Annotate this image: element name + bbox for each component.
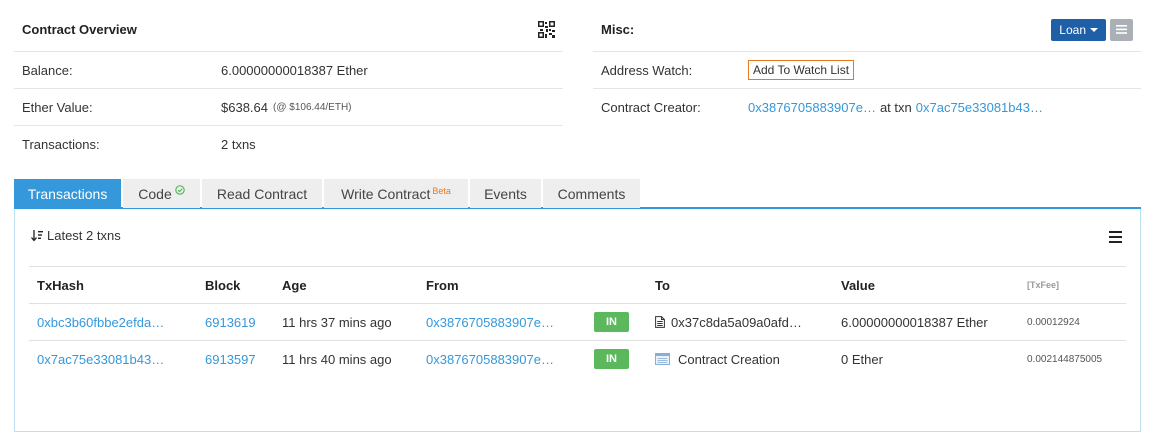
balance-row: Balance: 6.00000000018387 Ether (14, 52, 563, 89)
age-cell: 11 hrs 37 mins ago (274, 303, 418, 341)
contract-creator-row: Contract Creator: 0x3876705883907e… at t… (593, 89, 1141, 126)
ether-value-label: Ether Value: (22, 99, 93, 115)
table-header-row: TxHash Block Age From To Value [TxFee] (29, 266, 1126, 304)
tab-code[interactable]: Code (123, 179, 200, 208)
misc-panel: Misc: Loan Address Watch: Add To Watch L… (593, 8, 1141, 126)
column-header-block[interactable]: Block (197, 266, 274, 304)
balance-label: Balance: (22, 62, 73, 78)
tab-comments[interactable]: Comments (543, 179, 640, 208)
transactions-tab-content: Latest 2 txns TxHash Block Age From To V… (14, 209, 1141, 432)
table-row: 0xbc3b60fbbe2efda… 6913619 11 hrs 37 min… (29, 303, 1126, 341)
list-icon (1116, 25, 1127, 34)
ether-value-row: Ether Value: $638.64 (@ $106.44/ETH) (14, 89, 563, 126)
contract-creator-label: Contract Creator: (601, 100, 701, 115)
chevron-down-icon (1090, 27, 1098, 32)
misc-header-buttons: Loan (1051, 18, 1133, 41)
column-header-to[interactable]: To (647, 266, 833, 304)
add-to-watch-list-button[interactable]: Add To Watch List (748, 60, 855, 80)
tab-transactions[interactable]: Transactions (14, 179, 121, 208)
value-cell: 6.00000000018387 Ether (833, 303, 1019, 341)
to-address-link[interactable]: 0x37c8da5a09a0afd… (671, 315, 802, 330)
misc-title: Misc: (601, 22, 635, 37)
contract-file-icon (655, 316, 665, 328)
latest-txns-label: Latest 2 txns (47, 228, 121, 243)
txfee-cell: 0.002144875005 (1027, 353, 1103, 365)
table-row: 0x7ac75e33081b43… 6913597 11 hrs 40 mins… (29, 341, 1126, 378)
block-link[interactable]: 6913619 (205, 315, 256, 330)
misc-header: Misc: Loan (593, 8, 1141, 52)
to-cell: 0x37c8da5a09a0afd… (655, 315, 833, 330)
address-watch-row: Address Watch: Add To Watch List (593, 52, 1141, 89)
tab-transactions-label: Transactions (27, 185, 108, 202)
tab-read-contract-label: Read Contract (216, 185, 308, 202)
transactions-label: Transactions: (22, 137, 100, 152)
creator-txn-link[interactable]: 0x7ac75e33081b43… (916, 100, 1043, 115)
column-header-txhash[interactable]: TxHash (29, 266, 197, 304)
tab-events[interactable]: Events (470, 179, 541, 208)
column-header-from[interactable]: From (418, 266, 586, 304)
transactions-table: TxHash Block Age From To Value [TxFee] 0… (29, 266, 1126, 378)
contract-overview-title: Contract Overview (22, 22, 137, 37)
tab-code-label: Code (138, 185, 172, 202)
txfee-cell: 0.00012924 (1019, 303, 1126, 341)
latest-txns-summary: Latest 2 txns (31, 228, 121, 243)
value-cell: 0 Ether (841, 351, 883, 367)
direction-badge: IN (594, 312, 629, 332)
creator-at-txn-text: at txn (879, 100, 912, 115)
transactions-row: Transactions: 2 txns (14, 126, 563, 163)
from-address-link[interactable]: 0x3876705883907e… (426, 352, 554, 367)
to-cell: Contract Creation (655, 352, 833, 367)
tab-events-label: Events (484, 185, 527, 202)
qr-code-icon[interactable] (538, 21, 555, 38)
txhash-link[interactable]: 0xbc3b60fbbe2efda… (37, 315, 164, 330)
tab-write-contract-label: Write Contract (341, 185, 431, 202)
contract-creation-text: Contract Creation (678, 351, 780, 367)
verified-check-icon (174, 182, 185, 198)
direction-badge: IN (594, 349, 629, 370)
contract-overview-panel: Contract Overview Balance: 6.00000000018… (14, 8, 563, 163)
loan-button[interactable]: Loan (1051, 18, 1106, 41)
column-header-value[interactable]: Value (833, 266, 1019, 304)
block-link[interactable]: 6913597 (205, 352, 256, 367)
hamburger-menu-icon[interactable] (1109, 231, 1122, 246)
ether-value-value: $638.64 (221, 99, 268, 115)
column-header-direction (586, 266, 647, 304)
contract-overview-header: Contract Overview (14, 8, 563, 52)
list-menu-button[interactable] (1110, 18, 1133, 41)
address-watch-label: Address Watch: (601, 62, 693, 78)
ether-price-note: (@ $106.44/ETH) (273, 101, 352, 113)
creator-address-link[interactable]: 0x3876705883907e… (748, 100, 876, 115)
txhash-link[interactable]: 0x7ac75e33081b43… (37, 352, 164, 367)
column-header-age[interactable]: Age (274, 266, 418, 304)
tab-write-contract[interactable]: Write Contract Beta (324, 179, 468, 208)
from-address-link[interactable]: 0x3876705883907e… (426, 315, 554, 330)
contract-tabs: Transactions Code Read Contract Write Co… (14, 179, 1141, 209)
column-header-txfee[interactable]: [TxFee] (1019, 266, 1126, 304)
sort-icon (31, 229, 43, 242)
age-cell: 11 hrs 40 mins ago (282, 351, 392, 367)
beta-badge: Beta (432, 185, 451, 196)
tab-comments-label: Comments (557, 185, 626, 202)
balance-value: 6.00000000018387 Ether (221, 62, 368, 78)
contract-creation-icon (655, 353, 670, 366)
loan-button-label: Loan (1059, 22, 1086, 37)
tab-read-contract[interactable]: Read Contract (202, 179, 322, 208)
transactions-count: 2 txns (221, 137, 256, 152)
